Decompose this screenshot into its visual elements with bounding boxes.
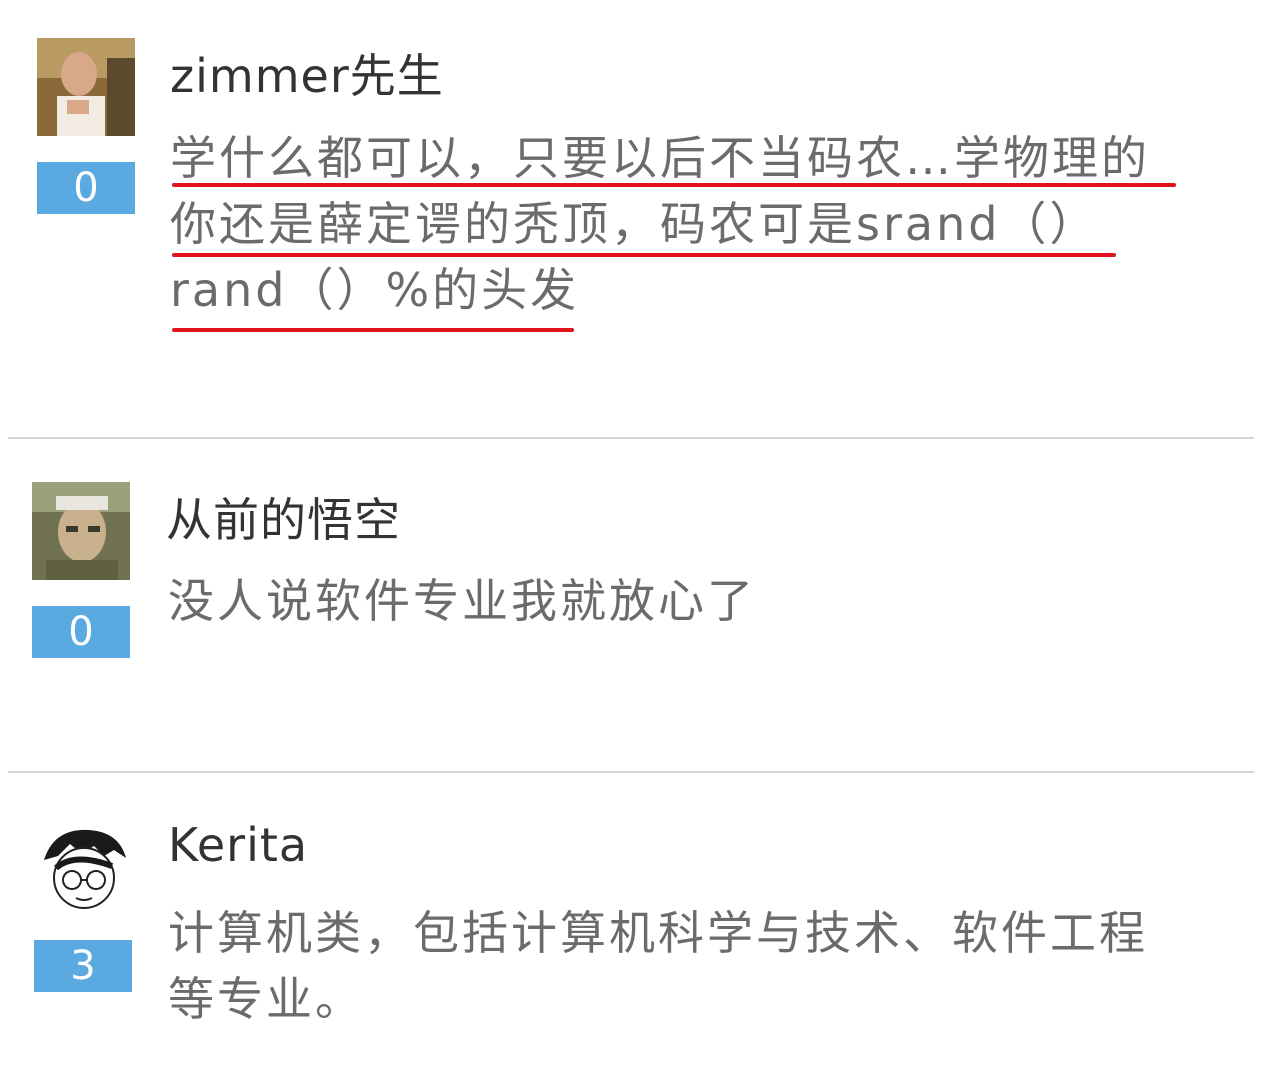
comment-line: 计算机类，包括计算机科学与技术、软件工程 <box>168 906 1148 960</box>
comment-line: 没人说软件专业我就放心了 <box>168 574 756 628</box>
comment-item: 0 从前的悟空 没人说软件专业我就放心了 <box>0 440 1280 772</box>
comment-text: 学什么都可以，只要以后不当码农…学物理的 你还是薛定谔的秃顶，码农可是srand… <box>170 127 1150 325</box>
username[interactable]: 从前的悟空 <box>166 484 401 550</box>
comment-line: 你还是薛定谔的秃顶，码农可是srand（） <box>170 197 1099 251</box>
divider <box>8 437 1254 439</box>
red-underline <box>172 328 574 332</box>
comment-text: 计算机类，包括计算机科学与技术、软件工程 等专业。 <box>168 902 1148 1034</box>
username[interactable]: zimmer先生 <box>170 40 444 106</box>
user-avatar-icon[interactable] <box>37 38 135 136</box>
vote-count-badge[interactable]: 3 <box>34 940 132 992</box>
comment-line: 等专业。 <box>168 972 364 1026</box>
vote-count-badge[interactable]: 0 <box>32 606 130 658</box>
user-avatar-icon[interactable] <box>32 482 130 580</box>
username[interactable]: Kerita <box>168 818 308 872</box>
red-underline <box>172 183 1176 187</box>
divider <box>8 771 1254 773</box>
comment-text: 没人说软件专业我就放心了 <box>168 570 756 636</box>
comment-item: 3 Kerita 计算机类，包括计算机科学与技术、软件工程 等专业。 <box>0 774 1280 1068</box>
vote-count-badge[interactable]: 0 <box>37 162 135 214</box>
comment-line: rand（）%的头发 <box>170 263 580 317</box>
comment-list: 0 zimmer先生 学什么都可以，只要以后不当码农…学物理的 你还是薛定谔的秃… <box>0 0 1280 1068</box>
user-avatar-icon[interactable] <box>34 820 132 918</box>
comment-item: 0 zimmer先生 学什么都可以，只要以后不当码农…学物理的 你还是薛定谔的秃… <box>0 0 1280 438</box>
red-underline <box>172 253 1116 257</box>
